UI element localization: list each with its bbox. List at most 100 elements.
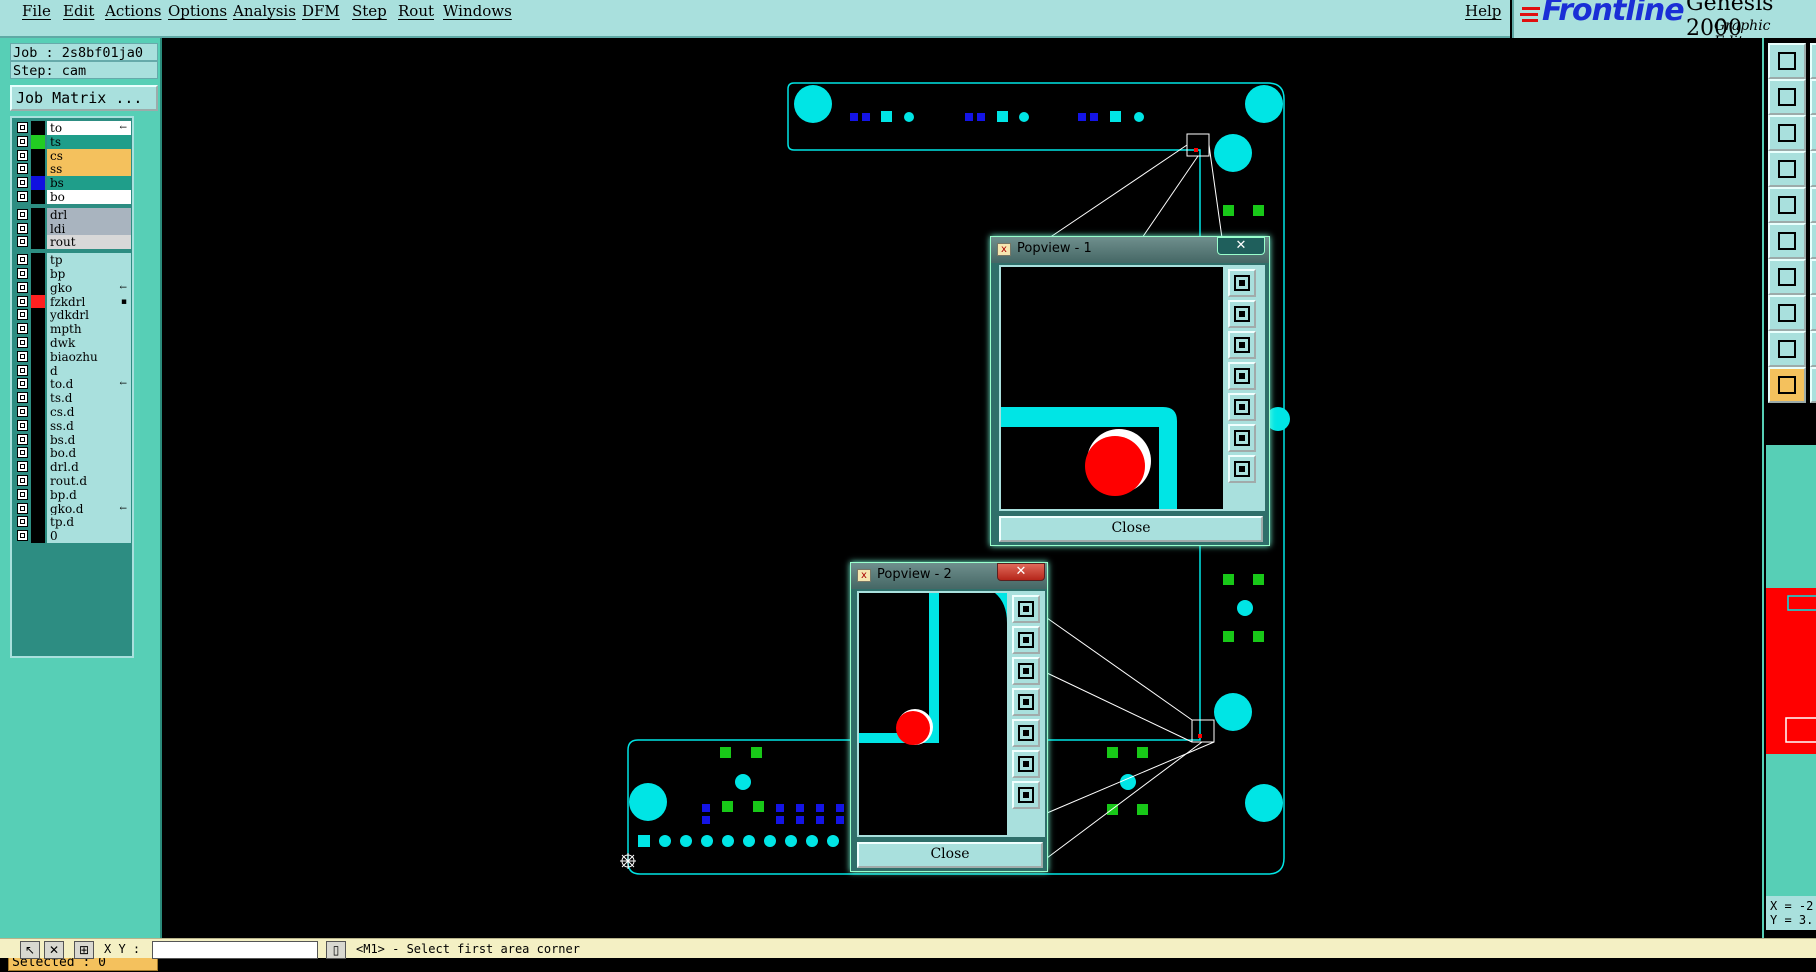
layer-color-swatch[interactable] (31, 418, 45, 433)
zoom-area-icon[interactable] (1012, 781, 1040, 809)
layer-checkbox[interactable] (17, 122, 28, 133)
snap-node-icon[interactable] (1768, 295, 1806, 331)
settings-tool-alt-icon[interactable] (1810, 151, 1816, 187)
layer-name[interactable]: bp (47, 267, 131, 281)
layer-name[interactable]: bs.d (47, 432, 131, 447)
layer-name[interactable]: bs (47, 176, 131, 191)
layer-checkbox[interactable] (17, 135, 28, 147)
grid-select-alt-icon[interactable] (1810, 43, 1816, 79)
layer-name[interactable]: ydkdrl (47, 308, 131, 323)
pan-right-icon[interactable] (1228, 393, 1256, 421)
zoom-fit-icon[interactable] (1012, 595, 1040, 623)
snap-grid-button[interactable]: ⊞ (74, 941, 94, 959)
zoom-out-icon[interactable] (1228, 331, 1256, 359)
layer-color-swatch[interactable] (31, 190, 45, 204)
line-draw-alt-icon[interactable] (1810, 259, 1816, 295)
layer-checkbox[interactable] (17, 516, 28, 528)
layer-color-swatch[interactable] (31, 121, 45, 135)
layer-row[interactable]: bo (14, 190, 134, 204)
layer-row[interactable]: biaozhu (14, 349, 134, 364)
layer-row[interactable]: bp.d (14, 487, 134, 502)
layer-color-swatch[interactable] (31, 336, 45, 350)
layer-name[interactable]: drl.d (47, 460, 131, 475)
layer-row[interactable]: bs.d (14, 432, 134, 447)
layer-checkbox[interactable] (17, 488, 28, 500)
layer-name[interactable]: bo (47, 190, 131, 204)
layer-name[interactable]: gko ← (47, 280, 131, 295)
layer-name[interactable]: rout.d (47, 474, 131, 488)
layer-row[interactable]: rout.d (14, 474, 134, 488)
zoom-area-icon[interactable] (1228, 455, 1256, 483)
layer-name[interactable]: ts.d (47, 391, 131, 406)
layer-color-swatch[interactable] (31, 253, 45, 268)
layer-checkbox[interactable] (17, 406, 28, 417)
pan-left-icon[interactable] (1012, 688, 1040, 716)
layer-checkbox[interactable] (17, 177, 28, 189)
menu-windows[interactable]: Windows (443, 2, 512, 20)
popview-2-viewport[interactable] (857, 591, 1009, 837)
layer-color-swatch[interactable] (31, 267, 45, 281)
connect-nodes-alt-icon[interactable] (1810, 223, 1816, 259)
popview-2-close-button[interactable]: Close (857, 842, 1043, 868)
layer-row[interactable]: to ← (14, 121, 134, 135)
layer-color-swatch[interactable] (31, 405, 45, 419)
popview-1-close-x-button[interactable]: ✕ (1217, 237, 1265, 255)
move-left-alt-icon[interactable] (1810, 79, 1816, 115)
menu-file[interactable]: File (22, 2, 51, 20)
layer-row[interactable]: cs (14, 148, 134, 163)
layer-name[interactable]: to.d ← (47, 377, 131, 392)
popview-2-close-x-button[interactable]: ✕ (997, 563, 1045, 581)
layer-color-swatch[interactable] (31, 391, 45, 406)
layer-color-swatch[interactable] (31, 515, 45, 530)
pan-right-icon[interactable] (1012, 719, 1040, 747)
layer-checkbox[interactable] (17, 350, 28, 362)
layer-checkbox[interactable] (17, 433, 28, 445)
layer-checkbox[interactable] (17, 475, 28, 486)
layer-row[interactable]: ldi (14, 221, 134, 236)
layer-row[interactable]: gko ← (14, 280, 134, 295)
layer-row[interactable]: bo.d (14, 446, 134, 461)
layer-row[interactable]: dwk (14, 336, 134, 350)
layer-row[interactable]: drl (14, 207, 134, 222)
layer-row[interactable]: ss.d (14, 418, 134, 433)
layer-color-swatch[interactable] (31, 294, 45, 309)
layer-row[interactable]: d (14, 363, 134, 378)
layer-checkbox[interactable] (17, 392, 28, 404)
popview-1-close-button[interactable]: Close (999, 516, 1263, 542)
menu-help[interactable]: Help (1465, 2, 1501, 20)
layer-color-swatch[interactable] (31, 446, 45, 461)
popview-1-viewport[interactable] (999, 265, 1225, 511)
layer-checkbox[interactable] (17, 268, 28, 279)
layer-name[interactable]: bo.d (47, 446, 131, 461)
layer-name[interactable]: gko.d ← (47, 501, 131, 516)
layer-name[interactable]: ts (47, 134, 131, 149)
layer-row[interactable]: ts.d (14, 391, 134, 406)
layer-row[interactable]: fzkdrl ▪ (14, 294, 134, 309)
layer-name[interactable]: tp (47, 253, 131, 268)
layer-color-swatch[interactable] (31, 308, 45, 323)
line-draw-icon[interactable] (1768, 259, 1806, 295)
layer-name[interactable]: d (47, 363, 131, 378)
zoom-in-icon[interactable] (1228, 300, 1256, 328)
layer-color-swatch[interactable] (31, 207, 45, 222)
layer-checkbox[interactable] (17, 419, 28, 431)
grid-select-icon[interactable] (1768, 43, 1806, 79)
menu-edit[interactable]: Edit (63, 2, 94, 20)
layer-name[interactable]: rout (47, 235, 131, 250)
layer-color-swatch[interactable] (31, 349, 45, 364)
layer-name[interactable]: tp.d (47, 515, 131, 530)
layer-color-swatch[interactable] (31, 322, 45, 337)
layer-checkbox[interactable] (17, 163, 28, 175)
layer-checkbox[interactable] (17, 447, 28, 459)
connect-nodes-icon[interactable] (1768, 223, 1806, 259)
layer-name[interactable]: fzkdrl ▪ (47, 294, 131, 309)
zoom-home-icon[interactable] (1012, 750, 1040, 778)
layer-color-swatch[interactable] (31, 460, 45, 475)
layer-row[interactable]: ss (14, 162, 134, 177)
settings-tool-icon[interactable] (1768, 151, 1806, 187)
layer-color-swatch[interactable] (31, 377, 45, 392)
layer-row[interactable]: rout (14, 235, 134, 250)
menu-step[interactable]: Step (352, 2, 387, 20)
layer-color-swatch[interactable] (31, 501, 45, 516)
layer-row[interactable]: tp (14, 253, 134, 268)
